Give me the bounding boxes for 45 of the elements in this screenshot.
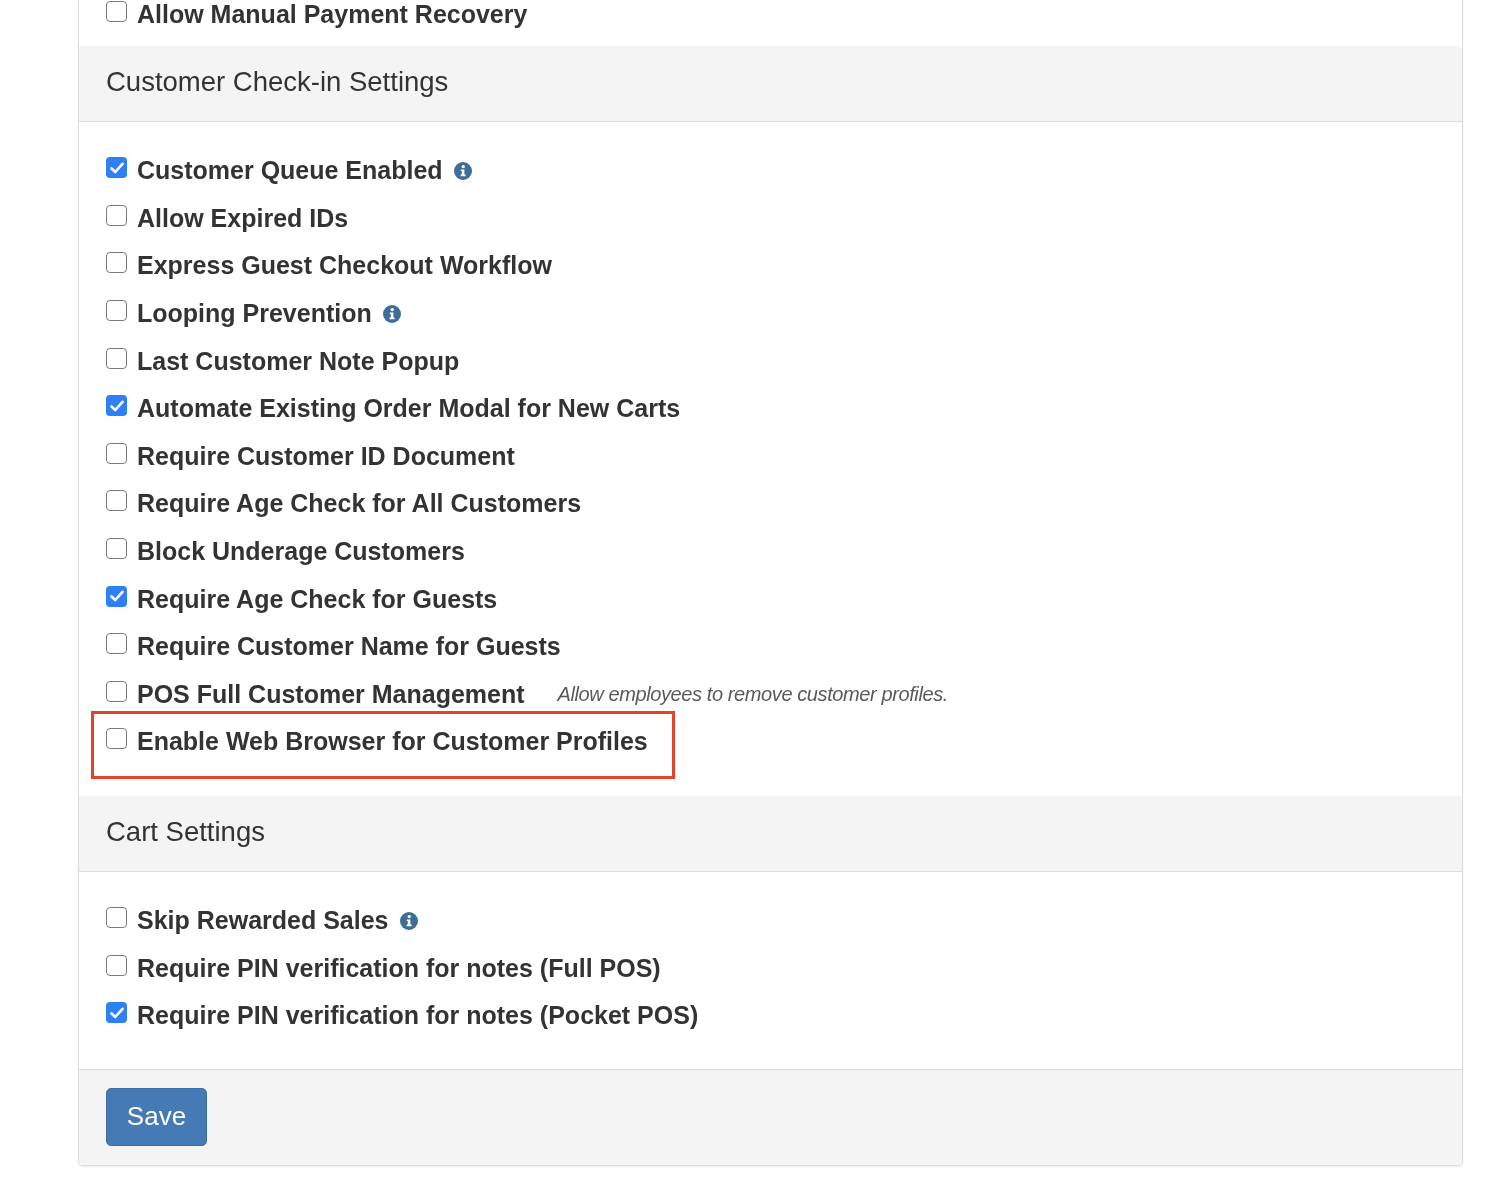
check-icon (109, 1006, 124, 1019)
checkbox[interactable] (106, 1002, 127, 1024)
option-label: Block Underage Customers (137, 537, 465, 567)
option-label: Skip Rewarded Sales (137, 906, 389, 935)
checkbox[interactable] (106, 442, 127, 464)
checkbox[interactable] (106, 395, 127, 417)
option-label: Require Age Check for All Customers (137, 489, 582, 519)
option-label: POS Full Customer Management (137, 679, 525, 709)
checkbox[interactable] (106, 1, 127, 22)
checkbox[interactable] (106, 728, 127, 750)
option-label: Allow Expired IDs (137, 203, 349, 233)
info-icon[interactable] (382, 304, 401, 323)
option-label: Require PIN verification for notes (Pocket POS) (137, 1001, 699, 1031)
info-icon[interactable] (453, 161, 472, 180)
option-label: Require Customer Name for Guests (137, 632, 561, 662)
hint-text: Allow employees to remove customer profiles. (557, 682, 948, 706)
option-label: Automate Existing Order Modal for New Carts (137, 394, 681, 424)
section-title: Customer Check-in Settings (106, 66, 449, 98)
option-label: Last Customer Note Popup (137, 346, 460, 376)
save-button[interactable]: Save (106, 1087, 207, 1146)
option-label: Express Guest Checkout Workflow (137, 251, 552, 281)
section-title: Cart Settings (106, 815, 265, 848)
option-label: Require PIN verification for notes (Full POS) (137, 953, 661, 983)
checkbox[interactable] (106, 204, 127, 226)
checkbox[interactable] (106, 907, 127, 928)
option-label: Looping Prevention (137, 299, 372, 329)
option-label: Enable Web Browser for Customer Profiles (137, 727, 648, 757)
checkbox[interactable] (106, 680, 127, 702)
checkbox[interactable] (106, 585, 127, 607)
info-icon[interactable] (399, 911, 418, 930)
checkbox[interactable] (106, 954, 127, 976)
check-icon (109, 590, 124, 603)
option-label: Require Customer ID Document (137, 441, 515, 471)
checkbox[interactable] (106, 252, 127, 274)
checkbox[interactable] (106, 633, 127, 655)
check-icon (109, 399, 124, 412)
checkbox[interactable] (106, 490, 127, 512)
checkbox[interactable] (106, 538, 127, 560)
checkbox[interactable] (106, 157, 127, 179)
check-icon (109, 161, 124, 174)
checkbox[interactable] (106, 347, 127, 369)
option-label: Require Age Check for Guests (137, 584, 498, 614)
option-label: Customer Queue Enabled (137, 156, 443, 186)
option-label: Allow Manual Payment Recovery (137, 0, 528, 29)
checkbox[interactable] (106, 300, 127, 322)
